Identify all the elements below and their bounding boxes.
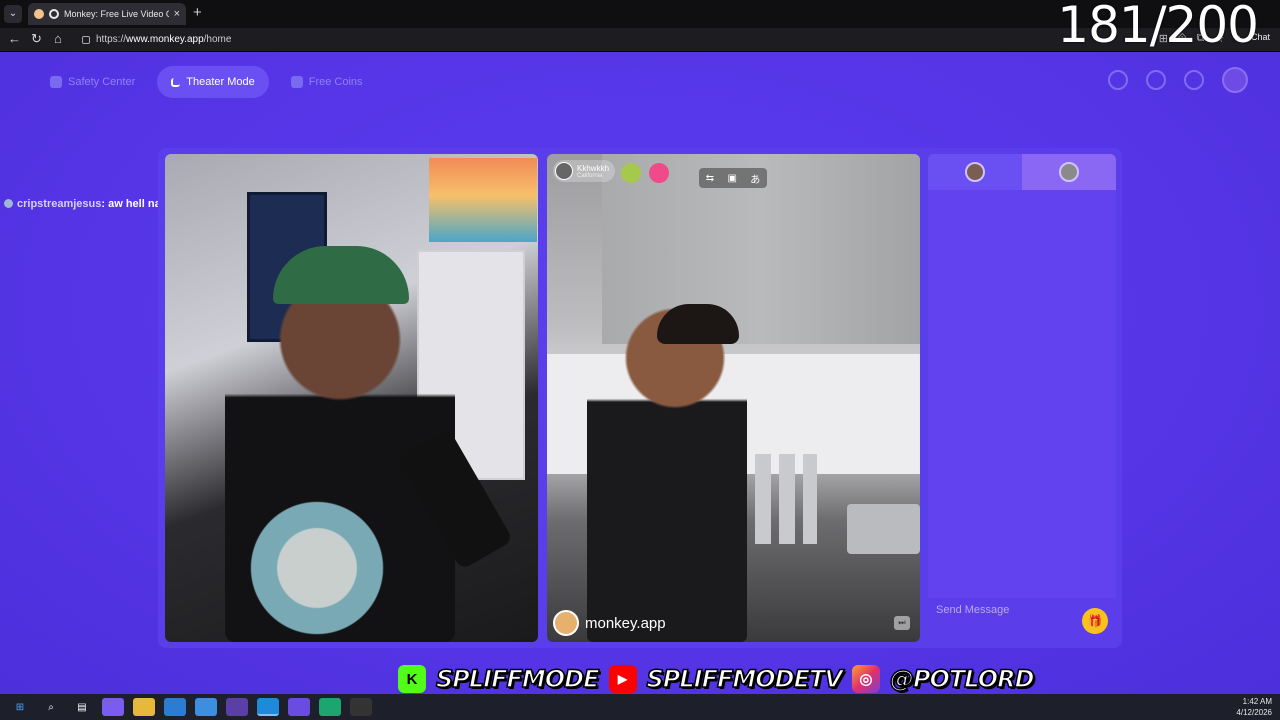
outlook-icon[interactable] <box>164 698 186 716</box>
discord-icon[interactable] <box>288 698 310 716</box>
remote-person <box>587 304 747 642</box>
copilot-icon[interactable] <box>102 698 124 716</box>
url-path: /home <box>203 34 232 45</box>
remote-user-name: Kkhwkkh <box>577 163 610 173</box>
history-clock-icon[interactable] <box>1146 70 1166 90</box>
url-host: www.monkey.app <box>126 34 204 45</box>
browser-tab-monkey[interactable]: Monkey: Free Live Video Chat × <box>28 3 186 25</box>
header-actions <box>1108 67 1248 93</box>
tab-favicon-icon <box>34 9 44 19</box>
stream-chat-user: cripstreamjesus <box>17 198 102 210</box>
youtube-handle: SPLIFFMODETV <box>646 664 844 694</box>
lock-icon <box>82 36 90 44</box>
instagram-handle: @POTLORD <box>889 664 1035 694</box>
clock-date: 4/12/2026 <box>1236 708 1272 717</box>
clock-time: 1:42 AM <box>1242 697 1272 706</box>
video-stage: Kkhwkkh California ⇆ ▣ あ monkey.app ⏭ Se… <box>158 148 1122 648</box>
windows-start-icon[interactable]: ⊞ <box>9 698 31 716</box>
self-avatar <box>965 162 985 182</box>
back-arrow-icon[interactable]: ← <box>8 31 21 46</box>
tab-title: Monkey: Free Live Video Chat <box>64 9 169 19</box>
skip-icon[interactable]: ⏭ <box>894 616 910 630</box>
tab-list-chevron-icon[interactable]: ⌄ <box>4 5 22 23</box>
remote-user-location: California <box>577 172 603 179</box>
remote-user-info[interactable]: Kkhwkkh California <box>553 160 616 182</box>
remote-video: Kkhwkkh California ⇆ ▣ あ monkey.app ⏭ <box>547 154 920 642</box>
screen: ⌄ Monkey: Free Live Video Chat × + ← ↻ ⌂… <box>0 0 1280 720</box>
edge-icon[interactable] <box>257 698 279 716</box>
taskbar: ⊞ ⌕ ▤ 1:42 AM 4/12/2026 <box>0 694 1280 720</box>
address-bar[interactable]: https://www.monkey.app/home <box>78 31 1068 49</box>
kick-icon: K <box>398 665 426 693</box>
file-explorer-icon[interactable] <box>133 698 155 716</box>
coins-icon <box>290 76 303 88</box>
partner-avatar <box>1059 162 1079 182</box>
obs-icon[interactable] <box>350 698 372 716</box>
local-video <box>165 154 538 642</box>
remote-user-avatar <box>555 162 573 180</box>
search-icon[interactable]: ⌕ <box>40 698 62 716</box>
monkey-brand-text: monkey.app <box>585 614 666 632</box>
hoodie-graphic <box>245 494 425 642</box>
refresh-icon[interactable]: ↻ <box>31 31 42 47</box>
chat-user-badge-icon <box>4 199 13 208</box>
new-tab-button[interactable]: + <box>193 4 202 21</box>
app-icon[interactable] <box>319 698 341 716</box>
safety-center-label: Safety Center <box>68 76 136 88</box>
gift-icon[interactable]: 🎁 <box>1082 608 1108 634</box>
coin-balance-icon[interactable] <box>1108 70 1128 90</box>
system-clock[interactable]: 1:42 AM 4/12/2026 <box>1236 696 1272 718</box>
store-icon[interactable] <box>195 698 217 716</box>
theater-mode-label: Theater Mode <box>186 76 255 88</box>
shield-icon <box>50 76 62 88</box>
mobile-icon[interactable] <box>226 698 248 716</box>
safety-center-button[interactable]: Safety Center <box>36 66 149 98</box>
task-view-icon[interactable]: ▤ <box>71 698 93 716</box>
top-nav: Safety Center Theater Mode Free Coins <box>36 66 377 98</box>
instagram-icon: ◎ <box>851 665 880 693</box>
theater-mode-button[interactable]: Theater Mode <box>157 66 269 98</box>
swap-camera-icon[interactable]: ⇆ <box>706 173 714 184</box>
video-controls: ⇆ ▣ あ <box>699 168 767 188</box>
tab-recording-icon <box>49 9 59 19</box>
chat-panel: Send Message 🎁 <box>928 154 1116 642</box>
free-coins-button[interactable]: Free Coins <box>277 66 377 98</box>
send-message-input[interactable]: Send Message 🎁 <box>928 598 1116 642</box>
chat-tab-partner[interactable] <box>1022 154 1116 190</box>
monkey-watermark: monkey.app <box>553 610 666 636</box>
free-coins-label: Free Coins <box>308 76 363 88</box>
messages-icon[interactable] <box>1184 70 1204 90</box>
gender-badge-icon <box>649 163 669 183</box>
cooking-pot <box>847 504 920 554</box>
monkey-logo-icon <box>553 610 579 636</box>
translate-icon[interactable]: あ <box>750 171 760 186</box>
stream-counter: 181/200 <box>1057 0 1259 54</box>
send-message-placeholder: Send Message <box>936 604 1010 616</box>
tab-close-icon[interactable]: × <box>174 8 180 20</box>
screenshot-icon[interactable]: ▣ <box>727 173 736 184</box>
expand-icon <box>171 77 181 87</box>
chat-tab-self[interactable] <box>928 154 1022 190</box>
heart-badge-icon[interactable] <box>621 163 641 183</box>
youtube-icon: ▶ <box>608 665 637 693</box>
home-icon[interactable]: ⌂ <box>54 31 62 46</box>
chat-tabs <box>928 154 1116 190</box>
monkey-page: Safety Center Theater Mode Free Coins cr… <box>0 52 1280 694</box>
kick-handle: SPLIFFMODE <box>435 664 600 694</box>
wall-painting <box>429 158 537 242</box>
user-avatar[interactable] <box>1222 67 1248 93</box>
socials-overlay: K SPLIFFMODE ▶ SPLIFFMODETV ◎ @POTLORD <box>398 664 1035 694</box>
remote-person-hair <box>657 304 739 344</box>
stream-chat-message: cripstreamjesus: aw hell nah <box>4 198 167 210</box>
url-prefix: https:// <box>96 34 127 45</box>
